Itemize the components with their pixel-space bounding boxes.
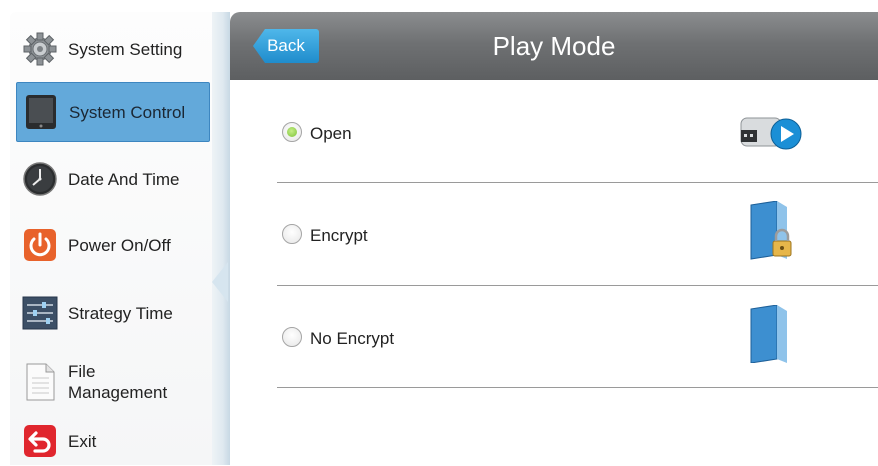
exit-icon bbox=[22, 423, 58, 459]
option-open[interactable]: Open bbox=[277, 80, 878, 183]
radio-no-encrypt[interactable] bbox=[282, 327, 302, 347]
sidebar-item-label-line2: Management bbox=[68, 383, 168, 402]
tablet-icon bbox=[23, 94, 59, 130]
gear-icon bbox=[22, 31, 58, 67]
option-label: No Encrypt bbox=[310, 329, 395, 348]
sidebar-item-exit[interactable]: Exit bbox=[16, 416, 208, 466]
back-button[interactable]: Back bbox=[253, 29, 319, 63]
radio-open[interactable] bbox=[282, 122, 302, 142]
option-label: Open bbox=[310, 124, 352, 143]
locked-folder-icon bbox=[747, 200, 793, 268]
header-bar: Play Mode Back bbox=[230, 12, 878, 80]
sidebar-item-system-control[interactable]: System Control bbox=[16, 82, 210, 142]
sidebar-item-file-management[interactable]: File Management bbox=[16, 350, 208, 414]
sidebar-item-label: File Management bbox=[68, 361, 167, 403]
document-icon bbox=[22, 363, 58, 401]
clock-icon bbox=[22, 161, 58, 197]
sidebar-divider bbox=[212, 12, 230, 465]
sidebar-item-system-setting[interactable]: System Setting bbox=[16, 20, 208, 78]
option-label: Encrypt bbox=[310, 226, 368, 245]
option-no-encrypt[interactable]: No Encrypt bbox=[277, 285, 878, 388]
option-encrypt[interactable]: Encrypt bbox=[277, 183, 878, 286]
sidebar-item-strategy-time[interactable]: Strategy Time bbox=[16, 284, 208, 342]
sidebar: System Setting System Control Date And T… bbox=[10, 12, 212, 465]
sidebar-item-label-line1: File bbox=[68, 362, 96, 381]
folder-icon bbox=[747, 304, 793, 368]
sidebar-item-label: Date And Time bbox=[68, 169, 180, 189]
sidebar-item-label: Strategy Time bbox=[68, 303, 173, 323]
sliders-icon bbox=[22, 295, 58, 331]
content-panel: Play Mode Back Open Encrypt No Encrypt bbox=[230, 12, 878, 465]
radio-encrypt[interactable] bbox=[282, 224, 302, 244]
sidebar-item-label: System Control bbox=[69, 102, 186, 122]
sidebar-item-label: Exit bbox=[68, 431, 97, 451]
page-title: Play Mode bbox=[492, 30, 616, 61]
power-icon bbox=[22, 227, 58, 263]
sidebar-item-label: Power On/Off bbox=[68, 235, 171, 255]
sidebar-item-date-and-time[interactable]: Date And Time bbox=[16, 150, 208, 208]
active-pointer-notch bbox=[212, 262, 228, 302]
sidebar-item-label: System Setting bbox=[68, 39, 183, 59]
sidebar-item-power-on-off[interactable]: Power On/Off bbox=[16, 216, 208, 274]
usb-play-icon bbox=[739, 110, 805, 159]
